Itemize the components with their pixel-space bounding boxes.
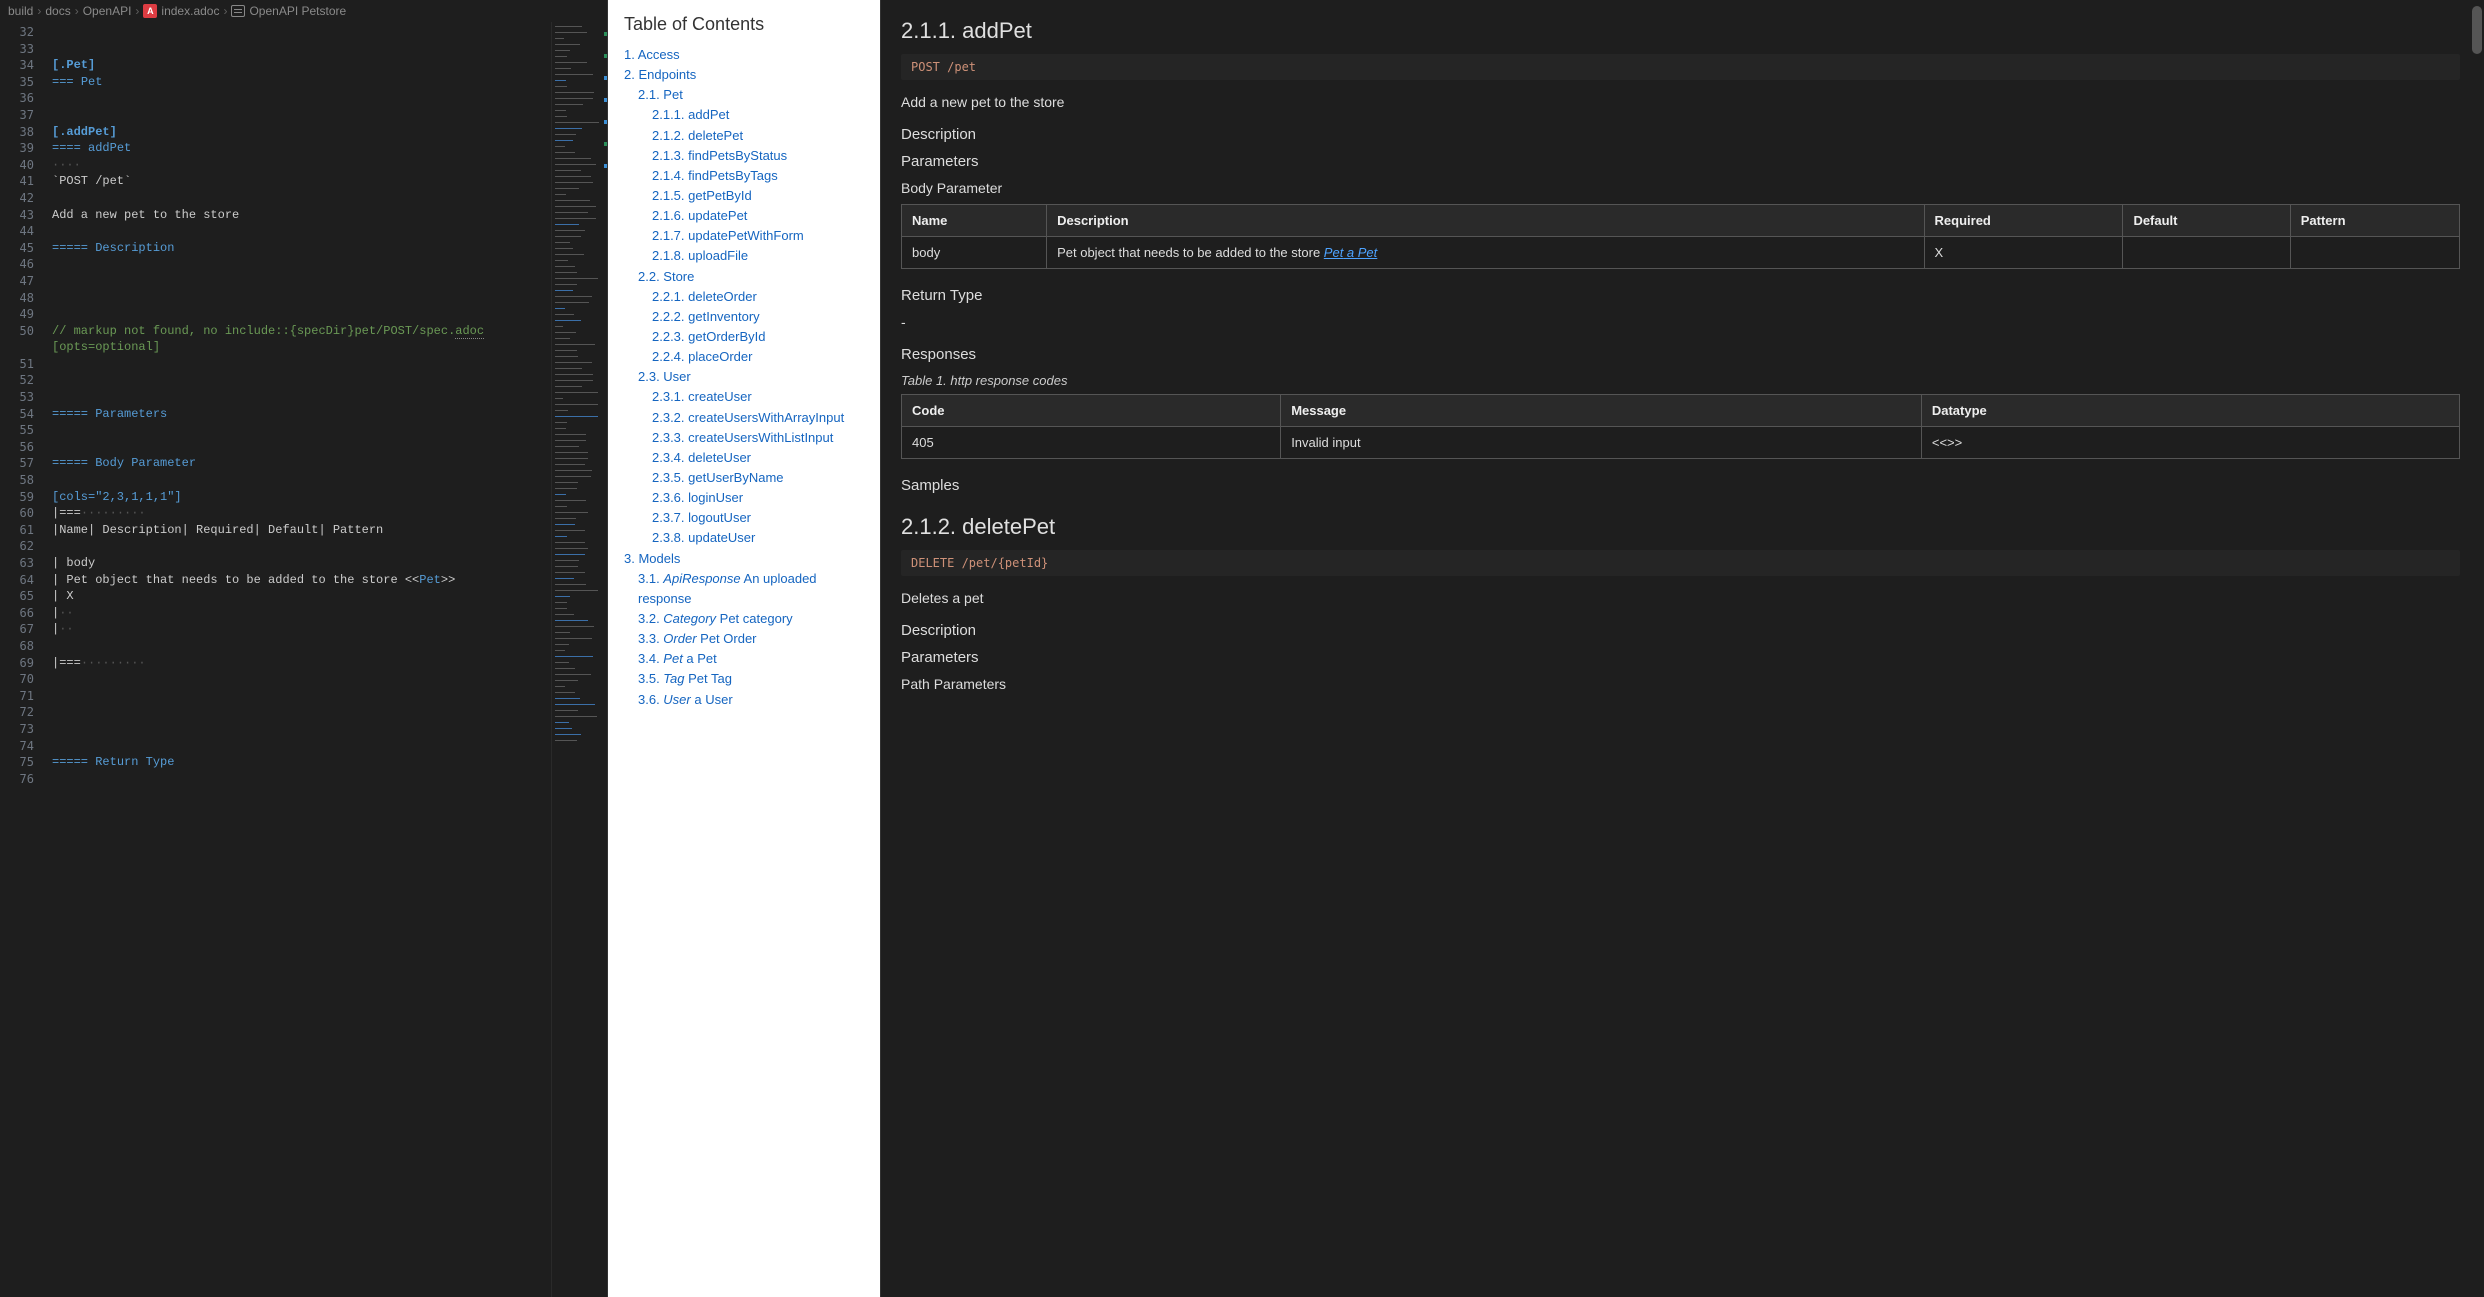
toc-item[interactable]: 2.3.1. createUser (620, 387, 868, 407)
toc-item[interactable]: 3.4. Pet a Pet (620, 649, 868, 669)
toc-item[interactable]: 2.1.1. addPet (620, 105, 868, 125)
description-heading: Description (901, 622, 2460, 639)
asciidoc-file-icon: A (143, 4, 157, 18)
chevron-right-icon: › (75, 4, 79, 18)
body-parameter-table: NameDescriptionRequiredDefaultPattern bo… (901, 204, 2460, 269)
route-block: POST /pet (901, 54, 2460, 80)
responses-heading: Responses (901, 346, 2460, 363)
toc-item[interactable]: 2. Endpoints (620, 65, 868, 85)
toc-item[interactable]: 2.3.7. logoutUser (620, 508, 868, 528)
toc-title: Table of Contents (620, 14, 868, 35)
toc-item[interactable]: 2.1.4. findPetsByTags (620, 166, 868, 186)
description-heading: Description (901, 126, 2460, 143)
toc-item[interactable]: 2.3.5. getUserByName (620, 468, 868, 488)
responses-table: CodeMessageDatatype 405Invalid input<<>> (901, 394, 2460, 459)
chevron-right-icon: › (135, 4, 139, 18)
toc-item[interactable]: 2.2.2. getInventory (620, 307, 868, 327)
toc-item[interactable]: 3.6. User a User (620, 690, 868, 710)
toc-item[interactable]: 2.1.6. updatePet (620, 206, 868, 226)
chevron-right-icon: › (223, 4, 227, 18)
scrollbar-thumb[interactable] (2472, 6, 2482, 54)
parameters-heading: Parameters (901, 153, 2460, 170)
toc-item[interactable]: 3. Models (620, 549, 868, 569)
editor-panel: build › docs › OpenAPI › A index.adoc › … (0, 0, 608, 1297)
breadcrumb-segment[interactable]: OpenAPI (83, 4, 132, 18)
toc-item[interactable]: 2.1.2. deletePet (620, 126, 868, 146)
code-area[interactable]: [.Pet]=== Pet [.addPet]==== addPet····`P… (52, 22, 551, 1297)
toc-item[interactable]: 2.3.6. loginUser (620, 488, 868, 508)
line-number-gutter: 32333435363738394041424344454647484950 5… (0, 22, 52, 1297)
toc-item[interactable]: 3.1. ApiResponse An uploaded response (620, 569, 868, 609)
breadcrumb-file[interactable]: index.adoc (161, 4, 219, 18)
toc-item[interactable]: 3.2. Category Pet category (620, 609, 868, 629)
preview-panel[interactable]: 2.1.1. addPet POST /pet Add a new pet to… (880, 0, 2484, 1297)
breadcrumb-segment[interactable]: build (8, 4, 33, 18)
toc-panel[interactable]: Table of Contents 1. Access2. Endpoints2… (608, 0, 880, 1297)
path-parameters-heading: Path Parameters (901, 676, 2460, 692)
toc-item[interactable]: 2.1.3. findPetsByStatus (620, 146, 868, 166)
toc-item[interactable]: 2.2.3. getOrderById (620, 327, 868, 347)
table-header: Pattern (2290, 205, 2459, 237)
table-header: Required (1924, 205, 2123, 237)
table-header: Datatype (1921, 395, 2459, 427)
summary-text: Deletes a pet (901, 590, 2460, 606)
table-row: bodyPet object that needs to be added to… (902, 237, 2460, 269)
breadcrumb-bar: build › docs › OpenAPI › A index.adoc › … (0, 0, 607, 22)
heading-addPet: 2.1.1. addPet (901, 18, 2460, 44)
heading-deletePet: 2.1.2. deletePet (901, 514, 2460, 540)
toc-item[interactable]: 2.3.2. createUsersWithArrayInput (620, 408, 868, 428)
table-header: Message (1281, 395, 1922, 427)
return-type-value: - (901, 314, 2460, 330)
toc-list: 1. Access2. Endpoints2.1. Pet2.1.1. addP… (620, 45, 868, 710)
toc-item[interactable]: 2.1.5. getPetById (620, 186, 868, 206)
breadcrumb-segment[interactable]: docs (45, 4, 70, 18)
minimap[interactable] (551, 22, 607, 1297)
toc-item[interactable]: 2.3.8. updateUser (620, 528, 868, 548)
route-block: DELETE /pet/{petId} (901, 550, 2460, 576)
table-header: Code (902, 395, 1281, 427)
toc-item[interactable]: 3.5. Tag Pet Tag (620, 669, 868, 689)
toc-item[interactable]: 2.1.8. uploadFile (620, 246, 868, 266)
toc-item[interactable]: 2.3.4. deleteUser (620, 448, 868, 468)
chevron-right-icon: › (37, 4, 41, 18)
return-type-heading: Return Type (901, 287, 2460, 304)
editor-body[interactable]: 32333435363738394041424344454647484950 5… (0, 22, 607, 1297)
samples-heading: Samples (901, 477, 2460, 494)
table-header: Default (2123, 205, 2290, 237)
toc-item[interactable]: 2.2.1. deleteOrder (620, 287, 868, 307)
toc-item[interactable]: 1. Access (620, 45, 868, 65)
parameters-heading: Parameters (901, 649, 2460, 666)
symbol-struct-icon (231, 5, 245, 17)
toc-item[interactable]: 2.3. User (620, 367, 868, 387)
table-row: 405Invalid input<<>> (902, 427, 2460, 459)
toc-item[interactable]: 3.3. Order Pet Order (620, 629, 868, 649)
toc-item[interactable]: 2.1. Pet (620, 85, 868, 105)
body-parameter-heading: Body Parameter (901, 180, 2460, 196)
breadcrumb-symbol[interactable]: OpenAPI Petstore (249, 4, 346, 18)
toc-item[interactable]: 2.1.7. updatePetWithForm (620, 226, 868, 246)
table-header: Name (902, 205, 1047, 237)
table-header: Description (1047, 205, 1924, 237)
responses-caption: Table 1. http response codes (901, 373, 2460, 388)
toc-item[interactable]: 2.2.4. placeOrder (620, 347, 868, 367)
toc-item[interactable]: 2.3.3. createUsersWithListInput (620, 428, 868, 448)
summary-text: Add a new pet to the store (901, 94, 2460, 110)
toc-item[interactable]: 2.2. Store (620, 267, 868, 287)
model-link[interactable]: Pet a Pet (1324, 245, 1377, 260)
